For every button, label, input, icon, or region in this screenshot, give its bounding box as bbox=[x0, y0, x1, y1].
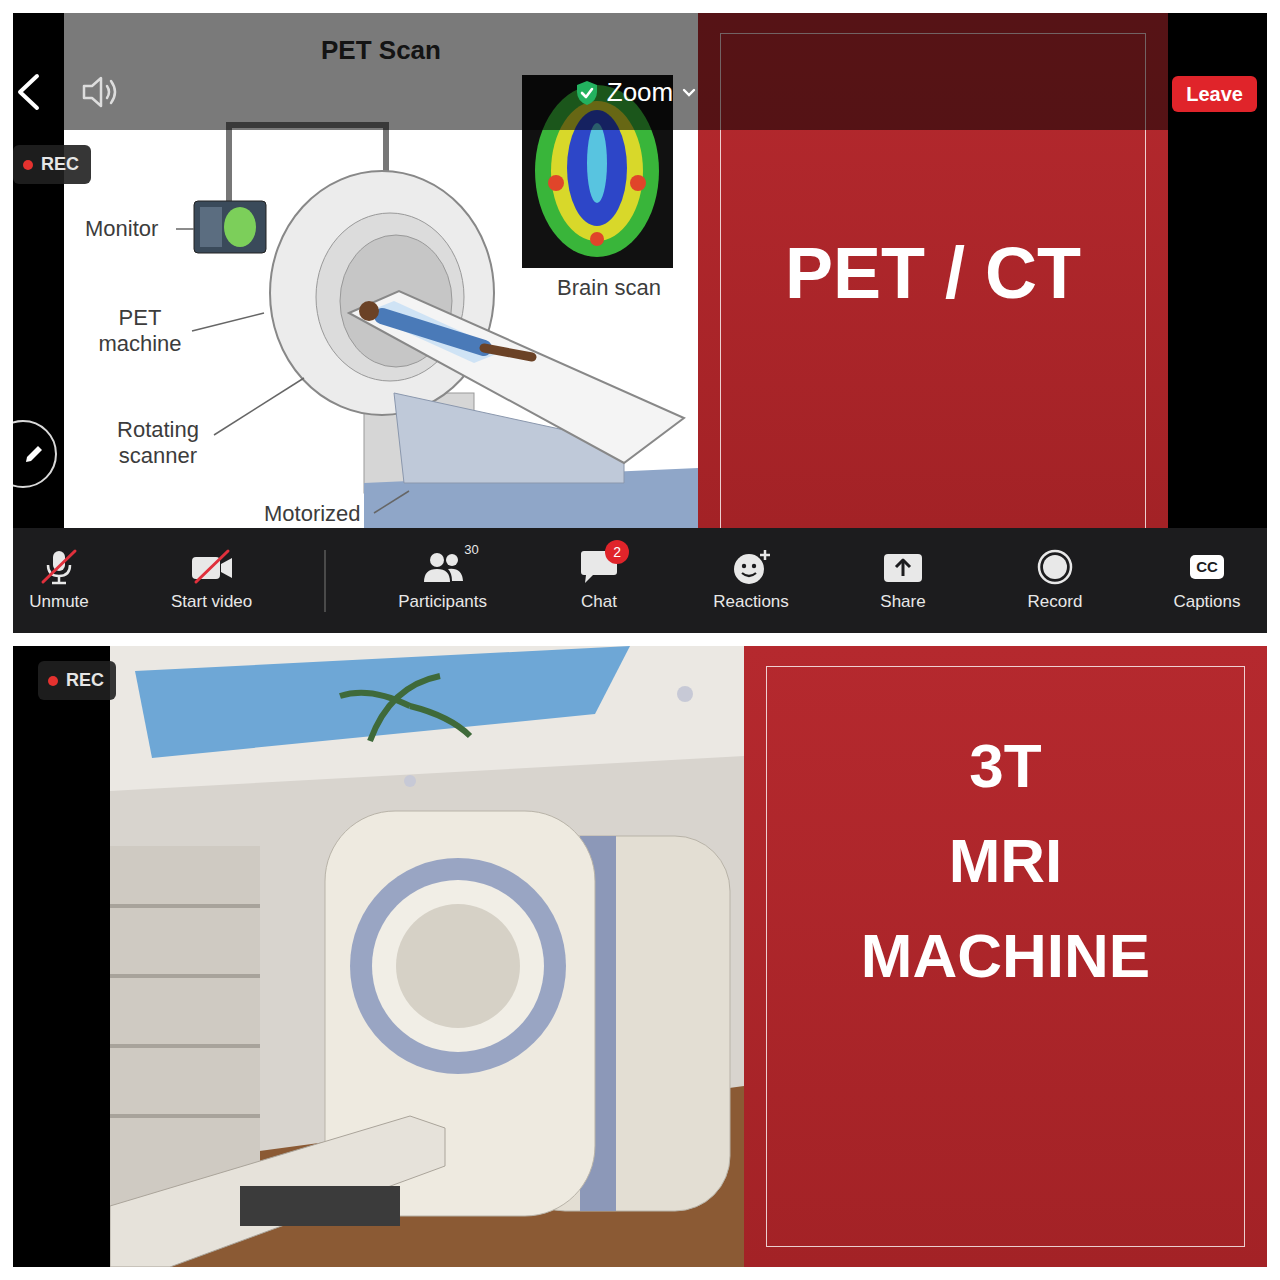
toolbar-button[interactable]: 2 Chat bbox=[559, 548, 639, 612]
toolbar-icon-box bbox=[729, 548, 773, 586]
diagram-label: Rotating scanner bbox=[100, 417, 216, 470]
disabled-slash bbox=[43, 551, 75, 582]
unread-badge: 2 bbox=[605, 540, 629, 564]
toolbar-button[interactable]: Record bbox=[1015, 548, 1095, 612]
mri-room-icon bbox=[110, 646, 744, 1267]
app-menu[interactable]: Zoom bbox=[575, 73, 697, 112]
disabled-slash bbox=[196, 551, 228, 582]
secure-shield-icon bbox=[575, 80, 599, 106]
annotate-button[interactable] bbox=[13, 420, 57, 488]
toolbar-icon-box bbox=[190, 548, 234, 586]
toolbar-button[interactable]: Share bbox=[863, 548, 943, 612]
zoom-meeting-window: PET Scan Monitor PET machine Rotating sc… bbox=[13, 13, 1267, 633]
video-camera-icon bbox=[190, 548, 234, 586]
brain-scan-caption: Brain scan bbox=[534, 275, 684, 301]
pencil-icon bbox=[23, 443, 45, 465]
slide-heading: 3TMRIMACHINE bbox=[861, 719, 1150, 1004]
slide-heading: PET / CT bbox=[785, 234, 1081, 313]
heading-line: MRI bbox=[861, 814, 1150, 909]
toolbar-icon-box bbox=[37, 548, 81, 586]
toolbar-label: Chat bbox=[581, 592, 617, 612]
toolbar-icon-box: 30 bbox=[421, 548, 465, 586]
toolbar-separator bbox=[324, 550, 326, 612]
mri-photo bbox=[110, 646, 744, 1267]
reactions-icon bbox=[729, 548, 773, 586]
recording-label: REC bbox=[66, 667, 104, 694]
microphone-icon bbox=[37, 548, 81, 586]
captions-icon: CC bbox=[1190, 555, 1224, 579]
toolbar-button[interactable]: CC Captions bbox=[1167, 548, 1247, 612]
recording-label: REC bbox=[41, 151, 79, 178]
heading-line: MACHINE bbox=[861, 909, 1150, 1004]
recording-dot bbox=[23, 160, 33, 170]
toolbar-button[interactable]: 30 Participants bbox=[398, 548, 487, 612]
toolbar-button[interactable]: Start video bbox=[171, 548, 252, 612]
toolbar-icon-box bbox=[881, 548, 925, 586]
participants-icon bbox=[421, 548, 465, 586]
diagram-label: PET machine bbox=[86, 305, 194, 358]
toolbar-icon-box bbox=[1033, 548, 1077, 586]
toolbar-button[interactable]: Unmute bbox=[19, 548, 99, 612]
toolbar-label: Captions bbox=[1173, 592, 1240, 612]
chevron-down-icon bbox=[681, 87, 697, 99]
heading-line: 3T bbox=[861, 719, 1150, 814]
recording-badge: REC bbox=[38, 661, 116, 700]
meeting-top-bar: Zoom Leave bbox=[13, 13, 1267, 130]
recording-dot bbox=[48, 676, 58, 686]
toolbar-label: Start video bbox=[171, 592, 252, 612]
share-icon bbox=[881, 548, 925, 586]
meeting-toolbar: Unmute Start video 30 Participants 2 Chat Reac… bbox=[13, 528, 1267, 633]
record-icon bbox=[1033, 548, 1077, 586]
recording-badge: REC bbox=[13, 145, 91, 184]
back-icon[interactable] bbox=[15, 72, 41, 112]
diagram-label: Motorized bbox=[264, 501, 361, 527]
toolbar-label: Share bbox=[880, 592, 925, 612]
leave-button[interactable]: Leave bbox=[1172, 76, 1257, 112]
toolbar-label: Reactions bbox=[713, 592, 789, 612]
collage: PET Scan Monitor PET machine Rotating sc… bbox=[0, 0, 1280, 1280]
second-meeting-window: 3TMRIMACHINE REC bbox=[13, 646, 1267, 1267]
toolbar-label: Participants bbox=[398, 592, 487, 612]
toolbar-icon-box: 2 bbox=[577, 548, 621, 586]
app-name: Zoom bbox=[607, 73, 673, 112]
slide-title-panel: 3TMRIMACHINE bbox=[744, 646, 1267, 1267]
speaker-icon[interactable] bbox=[81, 74, 121, 110]
toolbar-label: Record bbox=[1028, 592, 1083, 612]
participant-count: 30 bbox=[464, 542, 478, 558]
toolbar-button[interactable]: Reactions bbox=[711, 548, 791, 612]
toolbar-label: Unmute bbox=[29, 592, 89, 612]
diagram-label: Monitor bbox=[85, 216, 158, 242]
toolbar-icon-box: CC bbox=[1185, 548, 1229, 586]
